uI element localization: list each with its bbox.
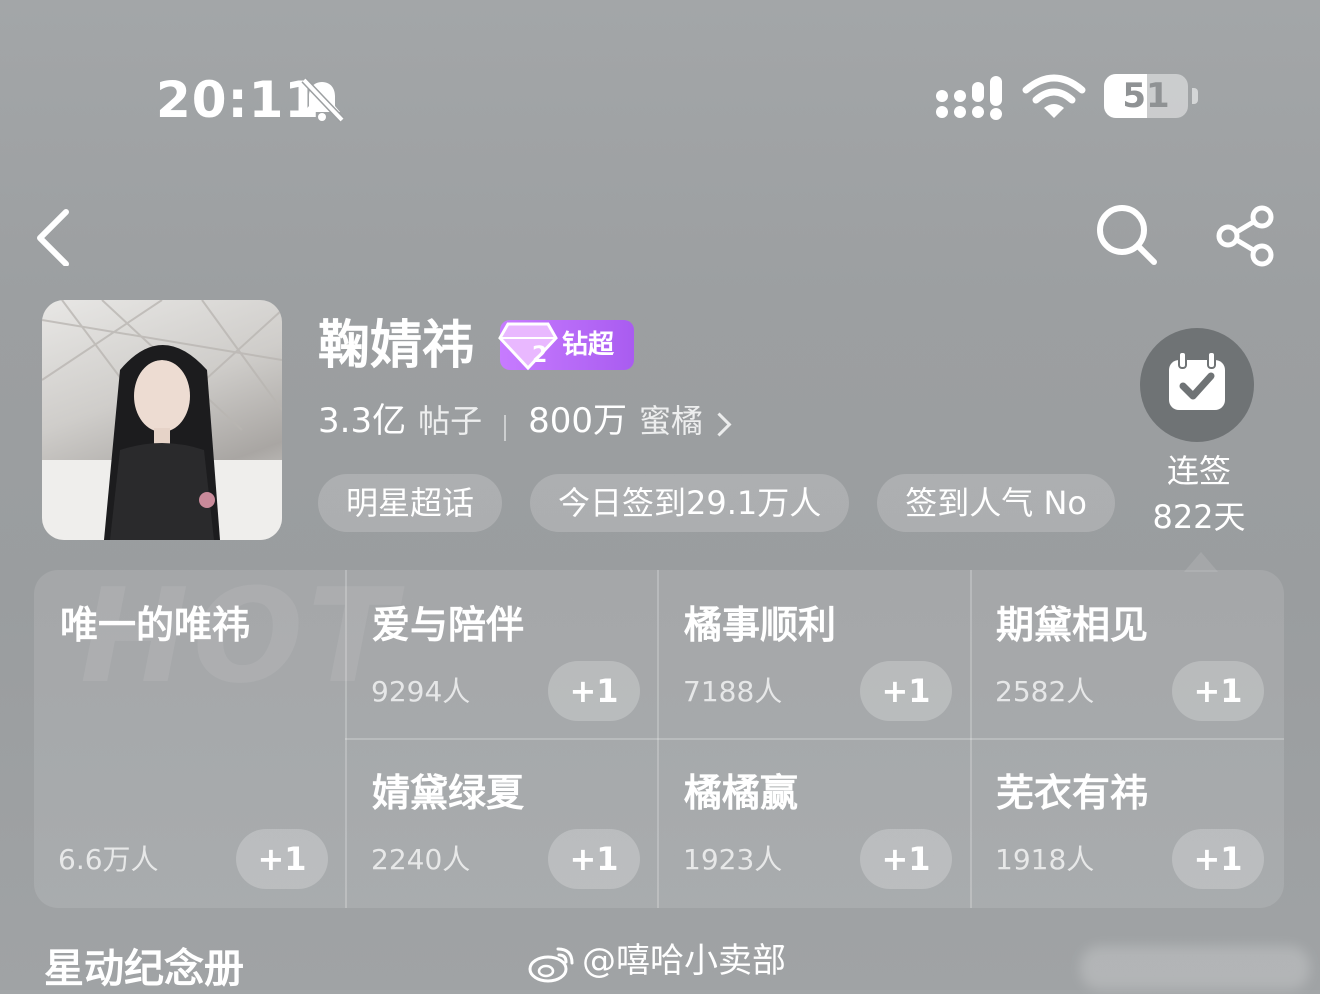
hot-tag-count: 6.6万人 bbox=[58, 843, 159, 876]
topic-stats: 3.3亿 帖子 800万 蜜橘 bbox=[318, 396, 732, 446]
chip-checkin-today[interactable]: 今日签到29.1万人 bbox=[530, 474, 850, 532]
badge-level-number: 2 bbox=[532, 343, 547, 368]
plus-one-button[interactable]: +1 bbox=[1172, 661, 1264, 721]
plus-one-button[interactable]: +1 bbox=[548, 829, 640, 889]
weibo-watermark-text: @嘻哈小卖部 bbox=[582, 941, 786, 981]
hot-tag-count: 2582人 bbox=[995, 675, 1095, 708]
plus-one-button[interactable]: +1 bbox=[860, 829, 952, 889]
wifi-icon bbox=[1022, 74, 1086, 118]
hot-tags-panel: HOT 唯一的唯祎 6.6万人 +1 爱与陪伴 9294人 +1 橘事顺利 71… bbox=[34, 570, 1284, 908]
chevron-right-icon[interactable] bbox=[707, 412, 732, 437]
plus-one-button[interactable]: +1 bbox=[860, 661, 952, 721]
diamond-super-badge[interactable]: 2 钻超 bbox=[498, 320, 634, 371]
topic-avatar[interactable] bbox=[42, 300, 282, 540]
fans-label[interactable]: 蜜橘 bbox=[639, 402, 703, 440]
posts-count: 3.3亿 bbox=[318, 401, 407, 441]
hot-tag-count: 2240人 bbox=[371, 843, 471, 876]
hot-tag-title: 婧黛绿夏 bbox=[372, 771, 525, 815]
bell-muted-icon bbox=[301, 77, 345, 122]
tooltip-pointer bbox=[1184, 552, 1218, 572]
battery-percent: 51 bbox=[1122, 76, 1170, 116]
diamond-level-icon: 2 bbox=[498, 322, 558, 371]
battery-indicator: 51 bbox=[1104, 74, 1200, 120]
back-chevron-icon[interactable] bbox=[30, 206, 80, 266]
share-icon[interactable] bbox=[1214, 204, 1278, 268]
hot-tag-title: 爱与陪伴 bbox=[372, 603, 525, 647]
signal-icon bbox=[936, 76, 1002, 120]
checkin-streak: 连签 822天 bbox=[1140, 448, 1258, 540]
hot-tag-title: 橘事顺利 bbox=[684, 603, 837, 647]
blurred-more-link[interactable] bbox=[1080, 946, 1310, 990]
search-icon[interactable] bbox=[1094, 202, 1158, 266]
checkin-button[interactable] bbox=[1140, 328, 1254, 442]
weibo-logo-icon bbox=[528, 947, 574, 982]
chip-checkin-rank[interactable]: 签到人气 No bbox=[877, 474, 1115, 532]
topic-chips: 明星超话 今日签到29.1万人 签到人气 No bbox=[318, 474, 1128, 534]
plus-one-button[interactable]: +1 bbox=[1172, 829, 1264, 889]
weibo-watermark: @嘻哈小卖部 bbox=[528, 938, 786, 984]
hot-tag-count: 9294人 bbox=[371, 675, 471, 708]
hot-tag-title: 橘橘赢 bbox=[684, 771, 799, 815]
hot-tag-count: 1923人 bbox=[683, 843, 783, 876]
section-title: 星动纪念册 bbox=[44, 946, 244, 992]
badge-label: 钻超 bbox=[562, 330, 615, 360]
checkin-streak-days: 822天 bbox=[1152, 498, 1246, 536]
hot-tag-count: 1918人 bbox=[995, 843, 1095, 876]
topic-title: 鞠婧祎 bbox=[318, 316, 475, 376]
hot-tag-count: 7188人 bbox=[683, 675, 783, 708]
calendar-check-icon bbox=[1169, 351, 1225, 410]
hot-tag-title: 芜衣有祎 bbox=[996, 771, 1149, 815]
fans-count[interactable]: 800万 bbox=[528, 401, 627, 441]
hot-tag-title: 期黛相见 bbox=[996, 603, 1149, 647]
hot-tag-title: 唯一的唯祎 bbox=[60, 603, 251, 647]
posts-label: 帖子 bbox=[418, 402, 483, 440]
stat-divider bbox=[504, 414, 507, 441]
plus-one-button[interactable]: +1 bbox=[548, 661, 640, 721]
checkin-streak-label: 连签 bbox=[1166, 452, 1231, 490]
plus-one-button[interactable]: +1 bbox=[236, 829, 328, 889]
chip-category[interactable]: 明星超话 bbox=[318, 474, 503, 532]
status-time: 20:11 bbox=[156, 71, 321, 129]
